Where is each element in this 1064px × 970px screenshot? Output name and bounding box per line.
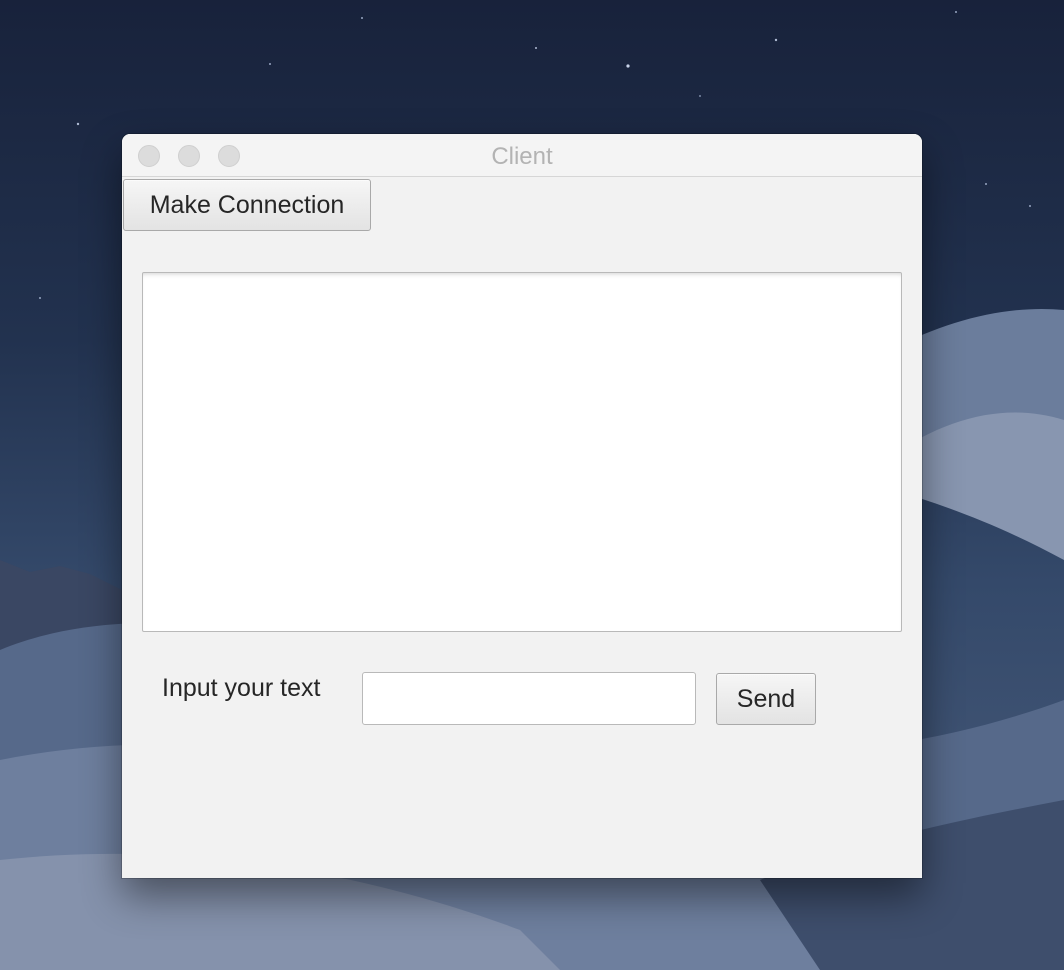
messages-text-area[interactable] [142,272,902,632]
client-window: Client Make Connection Input your text S… [122,134,922,878]
message-input[interactable] [362,672,696,725]
title-bar[interactable]: Client [122,134,922,177]
input-text-label: Input your text [162,674,321,702]
window-title: Client [491,143,553,170]
make-connection-button[interactable]: Make Connection [123,179,371,231]
send-button[interactable]: Send [716,673,816,725]
